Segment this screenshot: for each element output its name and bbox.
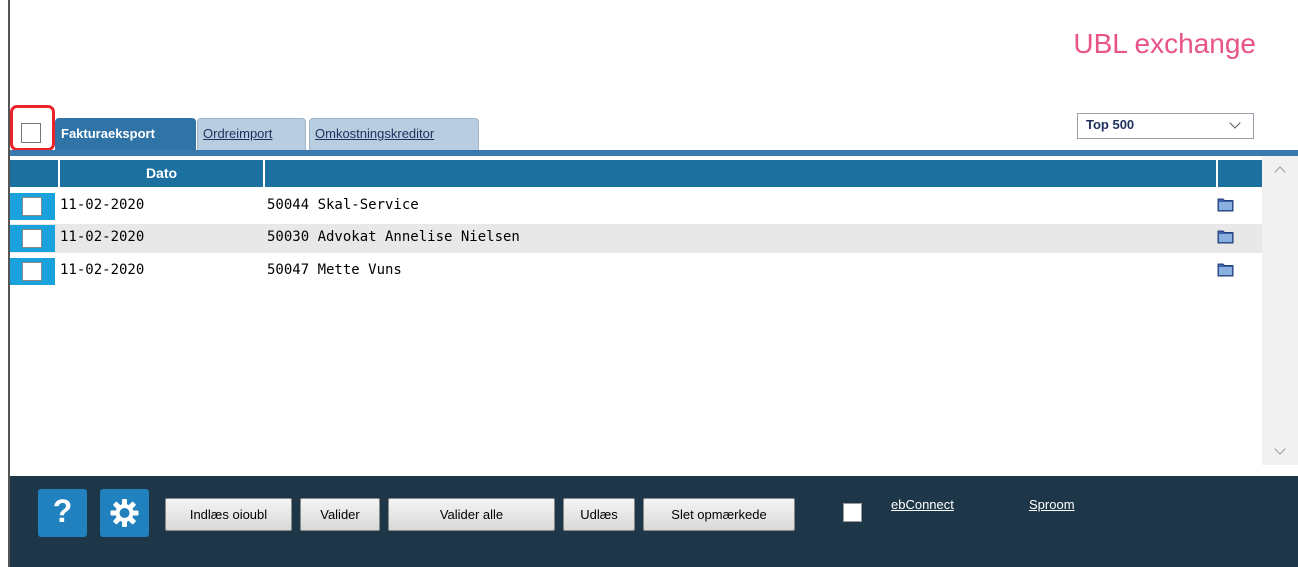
help-button[interactable]: ? — [38, 489, 87, 537]
tab-fakturaeksport[interactable]: Fakturaeksport — [55, 118, 196, 150]
row-name: 50030 Advokat Annelise Nielsen — [267, 229, 520, 245]
header-dato[interactable]: Dato — [60, 160, 263, 187]
sproom-link[interactable]: Sproom — [1029, 497, 1075, 512]
header-file — [1218, 160, 1262, 187]
row-checkbox[interactable] — [22, 197, 42, 216]
select-all-checkbox[interactable] — [21, 123, 41, 143]
app-window: UBL exchange Fakturaeksport Ordreimport … — [0, 0, 1298, 567]
header-select-column — [10, 160, 58, 187]
table-header: Dato — [10, 160, 1262, 187]
row-checkbox[interactable] — [22, 229, 42, 248]
table-row[interactable]: 11-02-2020 50044 Skal-Service — [10, 192, 1262, 221]
app-title: UBL exchange — [1073, 28, 1256, 59]
validate-all-button[interactable]: Valider alle — [388, 498, 555, 531]
row-checkbox-cell — [10, 225, 55, 252]
row-date: 11-02-2020 — [60, 229, 145, 245]
export-button[interactable]: Udlæs — [563, 498, 635, 531]
row-name: 50047 Mette Vuns — [267, 262, 402, 278]
import-oioubl-button[interactable]: Indlæs oioubl — [165, 498, 292, 531]
tab-underline — [10, 150, 1298, 156]
table-row[interactable]: 11-02-2020 50030 Advokat Annelise Nielse… — [10, 224, 1262, 253]
table-row[interactable]: 11-02-2020 50047 Mette Vuns — [10, 257, 1262, 286]
limit-select-value: Top 500 — [1086, 117, 1135, 132]
delete-marked-button[interactable]: Slet opmærkede — [643, 498, 795, 531]
chevron-down-icon — [1229, 117, 1241, 129]
question-icon: ? — [52, 493, 73, 529]
row-checkbox-cell — [10, 258, 55, 285]
folder-icon[interactable] — [1217, 229, 1234, 244]
vertical-scrollbar[interactable] — [1262, 156, 1298, 465]
folder-icon[interactable] — [1217, 197, 1234, 212]
validate-button[interactable]: Valider — [300, 498, 380, 531]
row-name: 50044 Skal-Service — [267, 197, 419, 213]
gear-icon — [110, 499, 139, 527]
row-date: 11-02-2020 — [60, 262, 145, 278]
row-date: 11-02-2020 — [60, 197, 145, 213]
row-checkbox-cell — [10, 193, 55, 220]
footer-checkbox[interactable] — [843, 503, 862, 522]
folder-icon[interactable] — [1217, 262, 1234, 277]
header-name[interactable] — [265, 160, 1215, 187]
limit-select[interactable]: Top 500 — [1077, 113, 1254, 139]
tab-omkostningskreditor[interactable]: Omkostningskreditor — [309, 118, 479, 150]
settings-button[interactable] — [100, 489, 149, 537]
ebconnect-link[interactable]: ebConnect — [891, 497, 954, 512]
tab-ordreimport[interactable]: Ordreimport — [197, 118, 306, 150]
row-checkbox[interactable] — [22, 262, 42, 281]
